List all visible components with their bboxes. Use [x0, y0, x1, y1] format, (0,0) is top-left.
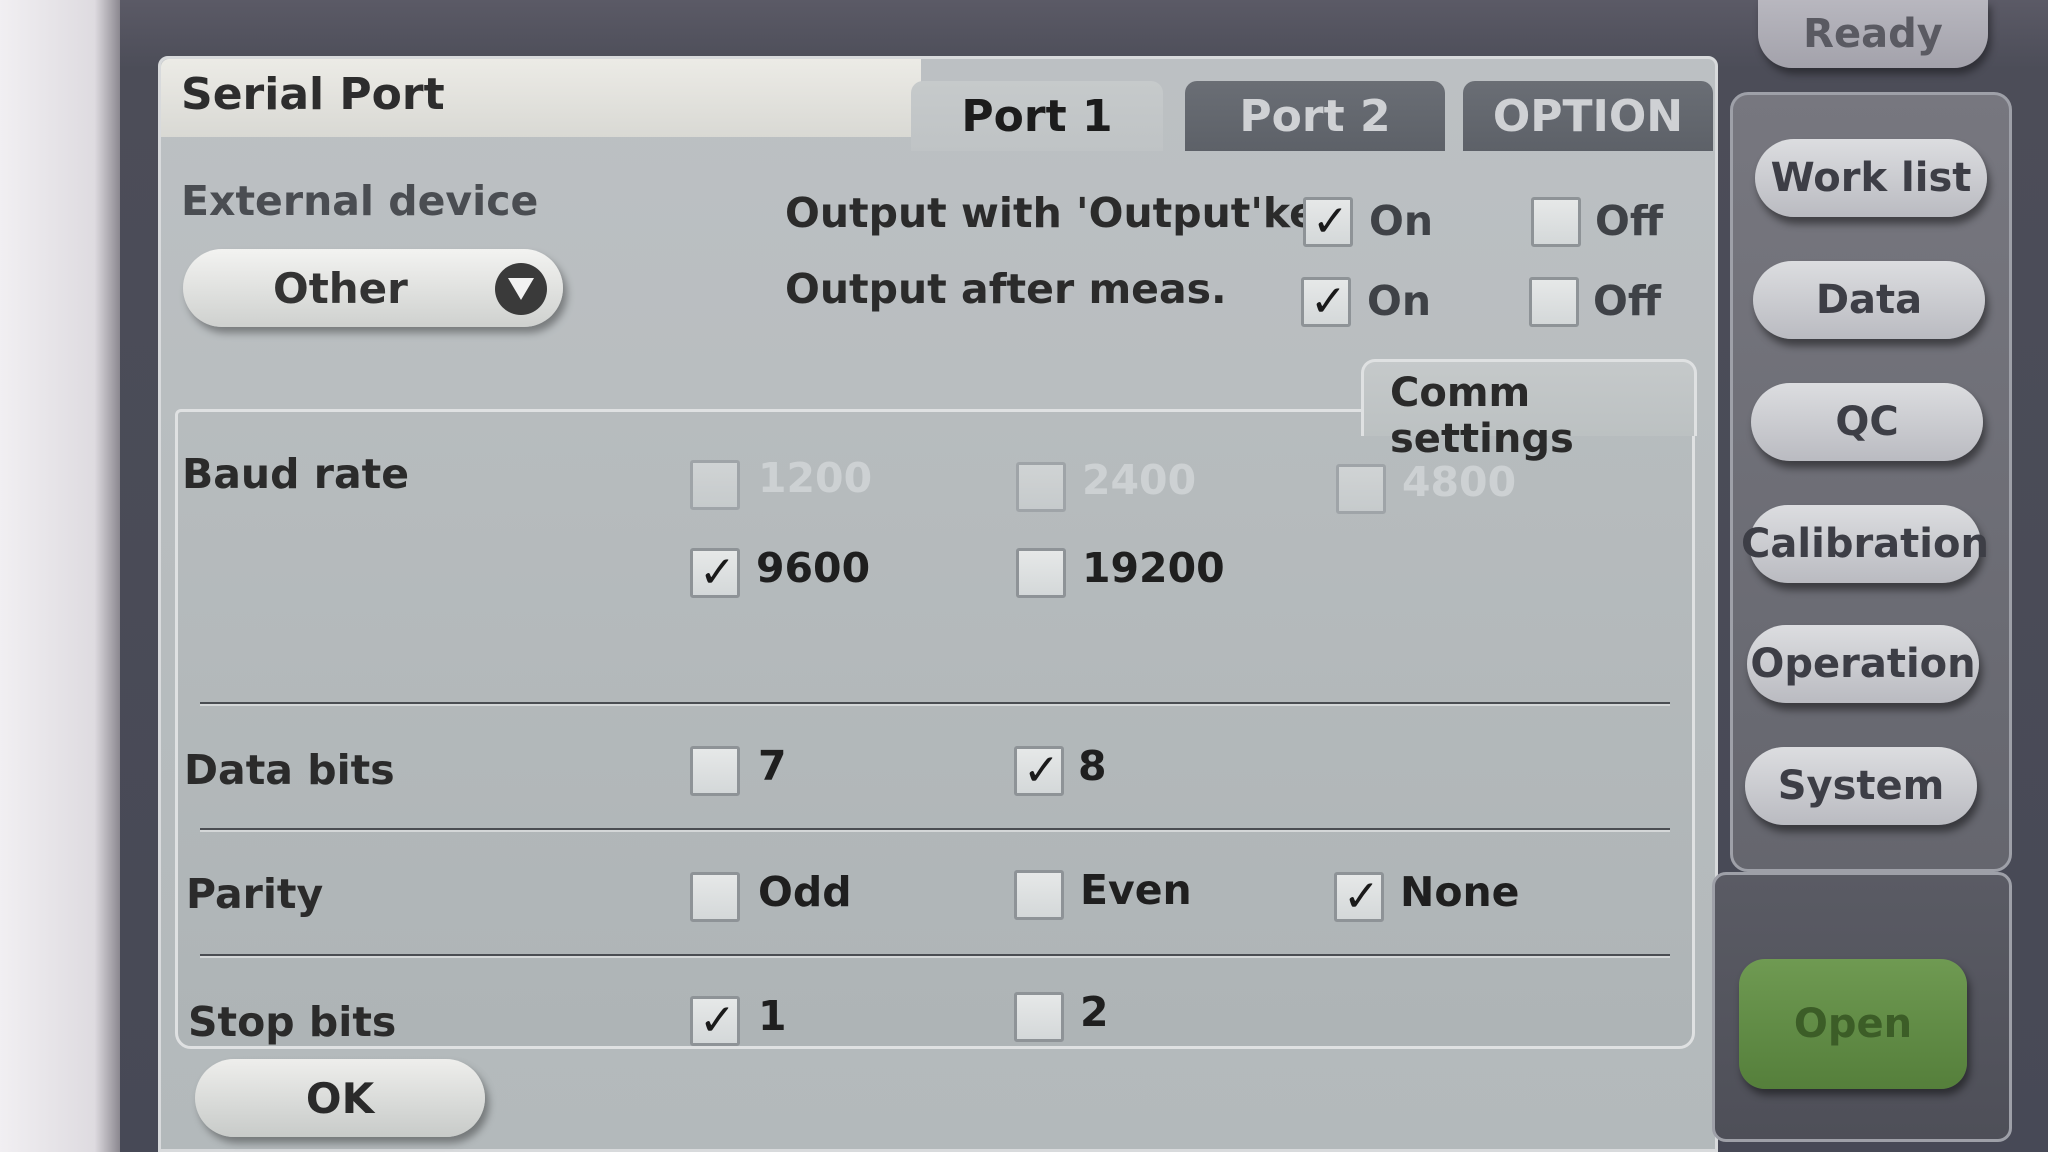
ok-button[interactable]: OK: [195, 1059, 485, 1137]
qc-button[interactable]: QC: [1751, 383, 1983, 461]
parity-even-checkbox[interactable]: [1014, 870, 1064, 920]
baud-9600-checkbox[interactable]: [690, 547, 740, 598]
baud-4800-checkbox[interactable]: [1336, 464, 1386, 514]
tab-option[interactable]: OPTION: [1463, 81, 1713, 151]
stop-bits-2-checkbox[interactable]: [1014, 992, 1064, 1042]
output-after-on-checkbox[interactable]: [1301, 276, 1351, 327]
stop-bits-1-checkbox[interactable]: [690, 995, 740, 1046]
output-key-label: Output with 'Output'key: [785, 189, 1344, 237]
ready-status: Ready: [1758, 0, 1988, 68]
open-button[interactable]: Open: [1739, 959, 1967, 1089]
baud-9600-label: 9600: [756, 544, 871, 592]
data-bits-8-label: 8: [1078, 742, 1107, 790]
comm-settings-label: Comm settings: [1390, 370, 1574, 462]
parity-none-label: None: [1400, 868, 1520, 916]
output-key-off-label: Off: [1595, 197, 1664, 245]
output-after-off-label: Off: [1593, 277, 1662, 325]
data-bits-7-checkbox[interactable]: [690, 746, 740, 796]
divider: [200, 828, 1670, 830]
baud-1200-label: 1200: [758, 454, 873, 502]
output-key-on-checkbox[interactable]: [1303, 196, 1353, 247]
external-device-value: Other: [273, 263, 408, 313]
calibration-button[interactable]: Calibration: [1741, 505, 1989, 583]
comm-settings-panel: Baud rate 1200 2400 4800 9600 19200 Data…: [175, 409, 1695, 1049]
parity-odd-label: Odd: [758, 868, 852, 916]
stop-bits-1-label: 1: [758, 992, 787, 1040]
title-bar: Serial Port: [161, 59, 921, 137]
baud-19200-checkbox[interactable]: [1016, 548, 1066, 598]
side-menu: Work list Data QC Calibration Operation …: [1730, 92, 2012, 872]
baud-rate-label: Baud rate: [182, 450, 410, 498]
tab-comm-settings[interactable]: Comm settings: [1361, 359, 1697, 462]
parity-even-label: Even: [1080, 866, 1192, 914]
side-lower-panel: Open: [1712, 872, 2012, 1142]
device-bezel: [0, 0, 135, 1152]
chevron-down-icon: [495, 263, 547, 315]
divider: [200, 702, 1670, 704]
output-after-label: Output after meas.: [785, 265, 1227, 313]
serial-port-window: Serial Port Port 1 Port 2 OPTION Externa…: [158, 56, 1718, 1152]
window-title: Serial Port: [181, 69, 445, 120]
work-list-button[interactable]: Work list: [1755, 139, 1987, 217]
data-button[interactable]: Data: [1753, 261, 1985, 339]
baud-19200-label: 19200: [1082, 544, 1225, 592]
divider: [200, 954, 1670, 956]
data-bits-label: Data bits: [184, 746, 395, 794]
tab-port-2[interactable]: Port 2: [1185, 81, 1445, 151]
operation-button[interactable]: Operation: [1747, 625, 1979, 703]
parity-label: Parity: [186, 870, 324, 918]
external-device-label: External device: [181, 177, 539, 225]
output-key-on-label: On: [1369, 197, 1434, 245]
stop-bits-2-label: 2: [1080, 988, 1109, 1036]
parity-none-checkbox[interactable]: [1334, 871, 1384, 922]
parity-odd-checkbox[interactable]: [690, 872, 740, 922]
data-bits-8-checkbox[interactable]: [1014, 745, 1064, 796]
baud-1200-checkbox[interactable]: [690, 460, 740, 510]
baud-4800-label: 4800: [1402, 458, 1517, 506]
output-after-on-label: On: [1367, 277, 1432, 325]
output-key-off-checkbox[interactable]: [1531, 197, 1581, 247]
baud-2400-checkbox[interactable]: [1016, 462, 1066, 512]
data-bits-7-label: 7: [758, 742, 787, 790]
external-device-dropdown[interactable]: Other: [183, 249, 563, 327]
output-after-off-checkbox[interactable]: [1529, 277, 1579, 327]
system-button[interactable]: System: [1745, 747, 1977, 825]
stop-bits-label: Stop bits: [188, 998, 397, 1046]
baud-2400-label: 2400: [1082, 456, 1197, 504]
tab-port-1[interactable]: Port 1: [911, 81, 1163, 151]
